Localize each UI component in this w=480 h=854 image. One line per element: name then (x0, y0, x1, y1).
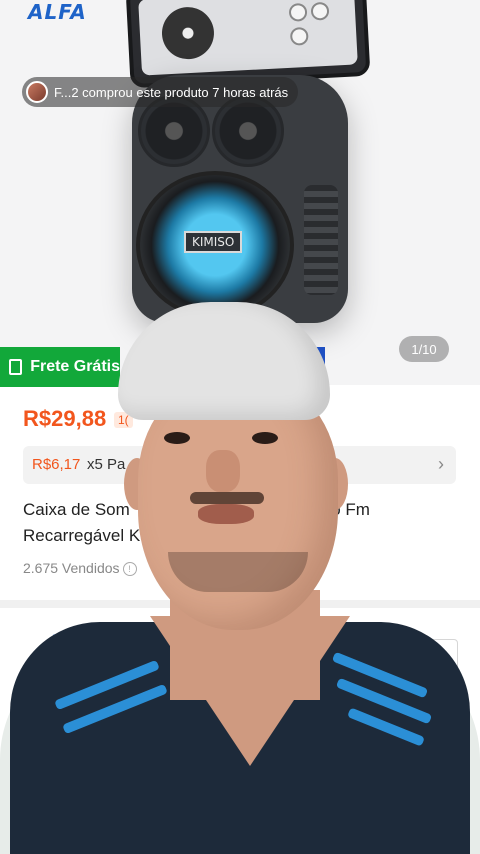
installment-amount: R$6,17 (32, 456, 81, 473)
discount-tag: 1( (114, 412, 133, 428)
shipping-row: Frete Grátis (0, 347, 480, 387)
sold-count: 2.675 Vendidos! (23, 560, 137, 576)
speaker-brand-badge: KIMISO (184, 231, 243, 253)
free-shipping-badge: Frete Grátis (0, 347, 120, 387)
installment-row[interactable]: R$6,17 x5 Pa › (23, 446, 456, 484)
speaker-product-image: KIMISO (132, 75, 348, 323)
free-shipping-label: Frete Grátis (30, 358, 120, 375)
brand-logo: ALFA (28, 0, 87, 24)
price-current: R$29,88 (23, 406, 107, 431)
installment-times: x5 Pa (87, 456, 126, 473)
product-gallery[interactable]: ALFA KIMISO F...2 comprou este produto 7… (0, 0, 480, 385)
promo-strip (300, 347, 325, 387)
store-visit-button[interactable]: ...iltar (380, 639, 458, 675)
product-title-line1: Caixa de Som (23, 500, 130, 519)
product-info: R$29,88 1( R$6,17 x5 Pa › Caixa de Som d… (0, 390, 480, 600)
store-logo[interactable]: ALFA (36, 634, 72, 674)
section-divider (0, 600, 480, 608)
info-icon[interactable]: ! (122, 562, 137, 576)
product-title-line1-end: dio Fm (318, 500, 370, 519)
recent-purchase-text: F...2 comprou este produto 7 horas atrás (54, 84, 289, 100)
vinyl-disc-icon (160, 5, 216, 61)
store-section: ALFA ...iltar (0, 608, 480, 854)
ticket-icon (9, 359, 23, 375)
product-title-line2: Recarregável K (23, 526, 141, 545)
recent-purchase-toast: F...2 comprou este produto 7 horas atrás (22, 77, 299, 107)
buyer-avatar (26, 81, 48, 103)
chevron-right-icon: › (438, 454, 444, 474)
sold-count-text: 2.675 Vendidos (23, 560, 120, 576)
store-logo-label: ALFA (43, 662, 65, 671)
